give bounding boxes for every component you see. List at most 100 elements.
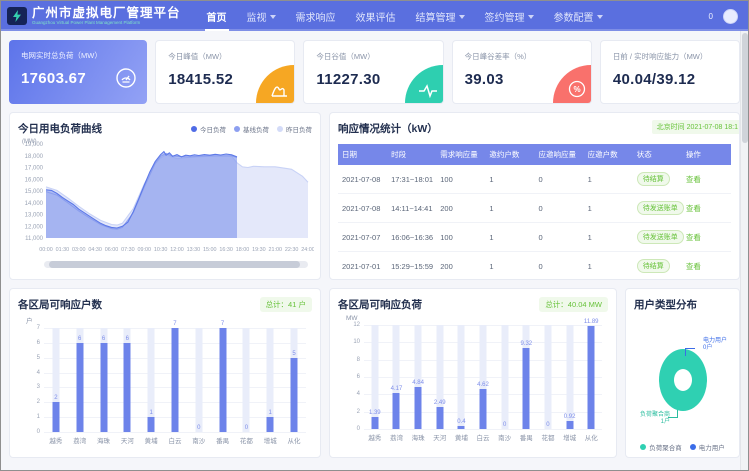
kpi-card-today-valley[interactable]: 今日谷值（MW）11227.30: [303, 40, 443, 104]
bar[interactable]: [219, 328, 226, 432]
legend-item-2[interactable]: 昨日负荷: [277, 124, 312, 134]
bar-column[interactable]: 2: [44, 328, 68, 432]
bar[interactable]: [267, 417, 274, 432]
bar-column[interactable]: 1: [258, 328, 282, 432]
view-link[interactable]: 查看: [686, 233, 701, 242]
kpi-label: 电网实时总负荷（MW）: [21, 50, 137, 61]
donut-legend-item-1[interactable]: 电力用户: [690, 442, 725, 452]
nav-item-contract-mgmt[interactable]: 签约管理: [475, 1, 544, 31]
bar-x-labels: 越秀荔湾海珠天河黄埔白云南沙番禺花都增城从化: [44, 435, 306, 445]
bar[interactable]: [480, 389, 487, 429]
table-cell: 1: [584, 194, 633, 223]
kpi-card-peak-valley-rate[interactable]: 今日峰谷差率（%）39.03%: [452, 40, 592, 104]
column-header: 应邀响应量: [535, 144, 584, 165]
bar-column[interactable]: 0: [494, 325, 516, 429]
bar-column[interactable]: 4.17: [386, 325, 408, 429]
kpi-card-response-capability[interactable]: 日前 / 实时响应能力（MW）40.04/39.12: [600, 40, 740, 104]
bar-column[interactable]: 7: [211, 328, 235, 432]
bar-column[interactable]: 9.32: [515, 325, 537, 429]
bar-value-label: 6: [126, 336, 129, 342]
bar-column[interactable]: 0.4: [451, 325, 473, 429]
bar-column[interactable]: 1.39: [364, 325, 386, 429]
nav-item-effect-eval[interactable]: 效果评估: [346, 1, 406, 31]
bar-column[interactable]: 6: [68, 328, 92, 432]
bar-column[interactable]: 6: [115, 328, 139, 432]
donut-legend-item-0[interactable]: 负荷聚合商: [640, 442, 682, 452]
nav-item-param-config[interactable]: 参数配置: [544, 1, 613, 31]
view-link[interactable]: 查看: [686, 175, 701, 184]
column-header: 日期: [338, 144, 387, 165]
svg-text:13:30: 13:30: [187, 247, 201, 253]
bar[interactable]: [436, 407, 443, 429]
bar-column[interactable]: 4.84: [407, 325, 429, 429]
bar-column[interactable]: 4.62: [472, 325, 494, 429]
bar-value-label: 1: [269, 410, 272, 416]
bar[interactable]: [523, 348, 530, 429]
svg-text:19:30: 19:30: [252, 247, 266, 253]
notification-count[interactable]: 0: [709, 12, 713, 21]
kpi-card-grid-realtime-load[interactable]: 电网实时总负荷（MW）17603.67: [9, 40, 147, 104]
bar-column[interactable]: 0: [187, 328, 211, 432]
bar-column[interactable]: 0: [537, 325, 559, 429]
legend-label: 负荷聚合商: [649, 442, 682, 452]
legend-item-1[interactable]: 基线负荷: [234, 124, 269, 134]
bar[interactable]: [76, 343, 83, 432]
gridline: [44, 432, 306, 433]
vertical-scrollbar-thumb[interactable]: [742, 33, 748, 143]
bar-column[interactable]: 6: [92, 328, 116, 432]
chart-scrollbar-thumb[interactable]: [49, 261, 300, 268]
bar-value-label: 0: [503, 422, 506, 428]
kpi-card-today-peak[interactable]: 今日峰值（MW）18415.52: [155, 40, 295, 104]
bar-column[interactable]: 0.92: [559, 325, 581, 429]
bar[interactable]: [52, 402, 59, 432]
view-link[interactable]: 查看: [686, 204, 701, 213]
nav-item-demand-response[interactable]: 需求响应: [286, 1, 346, 31]
bar-column[interactable]: 11.89: [580, 325, 602, 429]
legend-item-0[interactable]: 今日负荷: [191, 124, 226, 134]
bar[interactable]: [588, 326, 595, 429]
kpi-label: 今日峰谷差率（%）: [465, 51, 581, 62]
y-tick-label: 10: [353, 339, 360, 345]
bar[interactable]: [291, 358, 298, 432]
bar-column[interactable]: 7: [163, 328, 187, 432]
app-title: 广州市虚拟电厂管理平台: [32, 7, 181, 20]
nav-item-monitor[interactable]: 监视: [237, 1, 286, 31]
bar-plot-area: 1210864201.394.174.842.490.44.6209.3200.…: [364, 325, 602, 429]
bar-value-label: 9.32: [520, 341, 532, 347]
y-tick-label: 2: [37, 399, 40, 405]
bar[interactable]: [100, 343, 107, 432]
nav-item-home[interactable]: 首页: [197, 1, 237, 31]
bar[interactable]: [148, 417, 155, 432]
table-cell-action: 查看: [682, 223, 731, 252]
bar-track: [501, 325, 508, 429]
bar[interactable]: [171, 328, 178, 432]
vertical-scrollbar[interactable]: [740, 31, 748, 470]
bar-value-label: 1: [149, 410, 152, 416]
bar-column[interactable]: 1: [139, 328, 163, 432]
view-link[interactable]: 查看: [686, 262, 701, 271]
bar-column[interactable]: 0: [235, 328, 259, 432]
chart-scrollbar[interactable]: [44, 261, 308, 268]
svg-text:15:00: 15:00: [203, 247, 217, 253]
x-category-label: 海珠: [407, 432, 429, 442]
svg-text:18,000: 18,000: [25, 154, 44, 160]
bar-column[interactable]: 2.49: [429, 325, 451, 429]
bar[interactable]: [458, 426, 465, 429]
gauge-icon: [115, 67, 137, 94]
table-cell-status: 待发送账单: [633, 223, 682, 252]
x-category-label: 增城: [559, 432, 581, 442]
bar[interactable]: [371, 417, 378, 429]
nav-item-settlement-mgmt[interactable]: 结算管理: [406, 1, 475, 31]
svg-text:22:30: 22:30: [285, 247, 299, 253]
x-category-label: 番禺: [211, 435, 235, 445]
bar[interactable]: [566, 421, 573, 429]
x-category-label: 荔湾: [68, 435, 92, 445]
y-tick-label: 4: [37, 370, 40, 376]
bar[interactable]: [393, 393, 400, 429]
response-table: 日期时段需求响应量邀约户数应邀响应量应邀户数状态操作 2021-07-0817:…: [338, 144, 731, 280]
avatar[interactable]: [723, 9, 738, 24]
bar-column[interactable]: 5: [282, 328, 306, 432]
bar[interactable]: [124, 343, 131, 432]
bar[interactable]: [415, 387, 422, 429]
x-category-label: 荔湾: [386, 432, 408, 442]
